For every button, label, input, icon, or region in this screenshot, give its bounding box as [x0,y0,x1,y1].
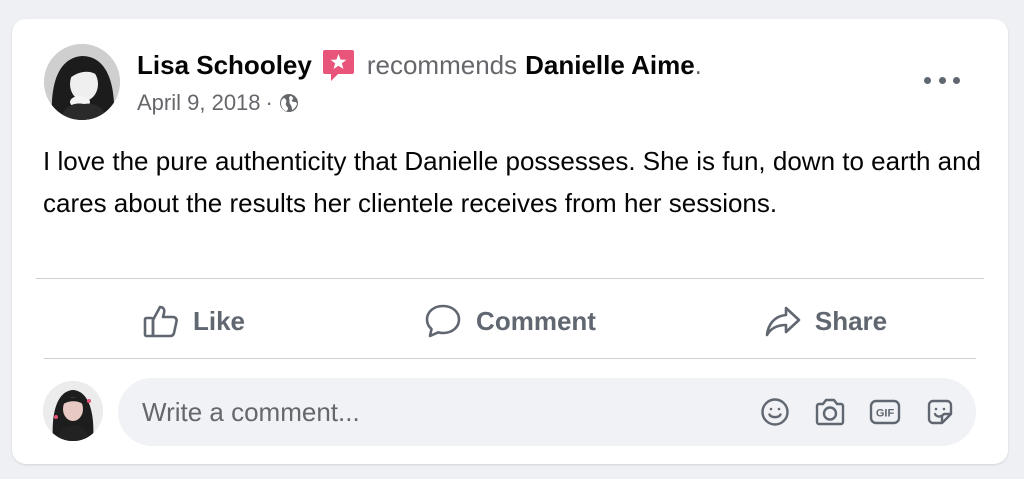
post-meta: April 9, 2018 · [137,88,299,118]
comment-input[interactable] [142,378,702,446]
author-name[interactable]: Lisa Schooley [137,50,312,81]
header-period: . [694,49,702,80]
recommends-text: recommends [366,49,518,80]
comment-button[interactable]: Comment [352,287,668,355]
share-label: Share [814,305,888,336]
sticker-icon[interactable] [924,396,956,428]
post-date[interactable]: April 9, 2018 [137,90,261,116]
speech-bubble-icon [424,303,462,339]
recommendation-star-icon [322,48,355,82]
emoji-icon[interactable] [759,396,791,428]
share-button[interactable]: Share [668,287,984,355]
divider [44,358,976,359]
like-button[interactable]: Like [36,287,352,355]
globe-icon [279,93,299,113]
post-header: Lisa Schooley recommends Danielle Aime . [137,47,702,83]
divider [36,278,984,279]
gif-icon[interactable]: GIF [869,396,901,428]
meta-separator: · [265,90,273,115]
more-options-icon[interactable] [924,69,960,91]
svg-text:GIF: GIF [876,408,895,420]
author-avatar[interactable] [44,44,120,120]
post-card: Lisa Schooley recommends Danielle Aime .… [12,19,1008,464]
recommended-page-name[interactable]: Danielle Aime [525,50,695,81]
share-arrow-icon [765,305,801,337]
comment-tools: GIF [736,378,956,446]
comment-box: GIF [118,378,976,446]
thumbs-up-icon [143,304,179,338]
like-label: Like [192,305,246,336]
post-actions: Like Comment Share [36,287,984,355]
current-user-avatar[interactable] [43,381,103,441]
post-body: I love the pure authenticity that Daniel… [43,146,982,218]
camera-icon[interactable] [814,396,846,428]
comment-label: Comment [476,305,596,336]
